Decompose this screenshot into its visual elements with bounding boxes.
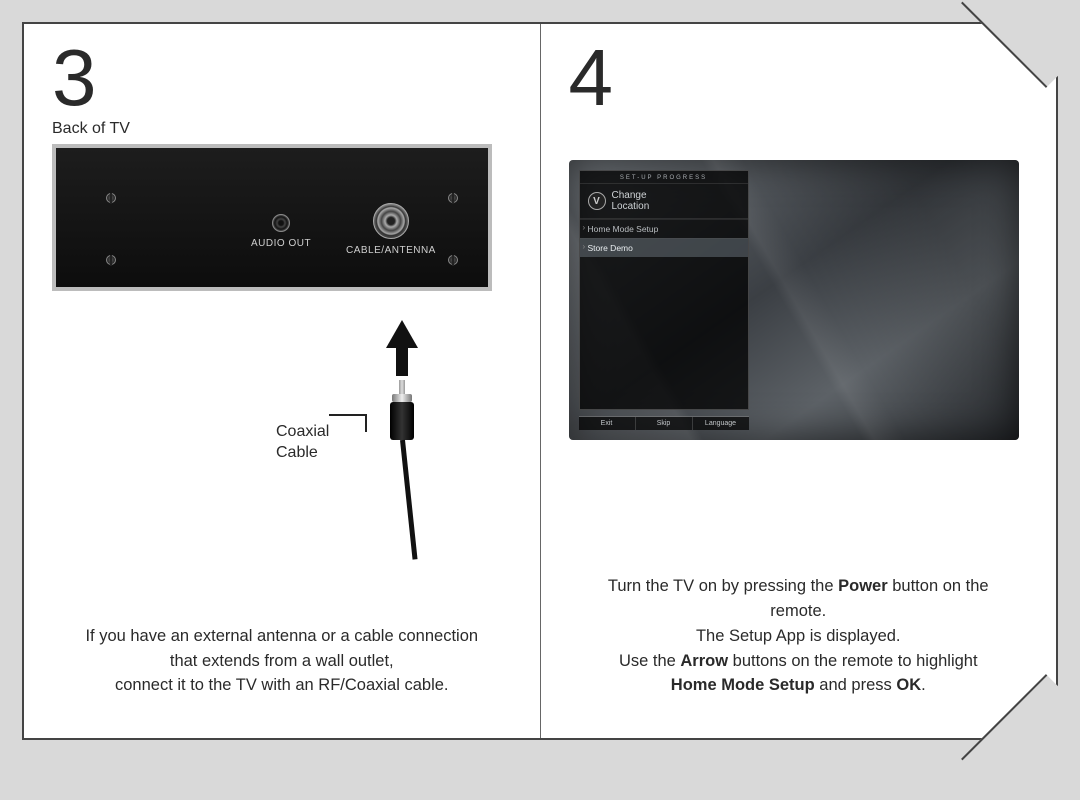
connector-body xyxy=(390,402,414,440)
coax-cable-illustration xyxy=(342,320,462,550)
text: buttons on the remote to highlight xyxy=(728,652,978,670)
instruction-line: that extends from a wall outlet, xyxy=(52,649,512,674)
instruction-line: connect it to the TV with an RF/Coaxial … xyxy=(52,673,512,698)
setup-footer: Exit Skip Language xyxy=(579,416,749,430)
step-3-panel: 3 Back of TV AUDIO OUT CABLE/ANTENNA xyxy=(24,24,541,738)
text: and press xyxy=(815,676,897,694)
coax-label-line2: Cable xyxy=(276,443,329,464)
setup-header: V Change Location xyxy=(580,184,748,219)
screw-icon xyxy=(448,193,458,203)
bold-text: Arrow xyxy=(680,652,728,670)
coax-label-line1: Coaxial xyxy=(276,422,329,443)
screw-icon xyxy=(448,255,458,265)
setup-progress-label: SET-UP PROGRESS xyxy=(580,171,748,184)
setup-title-line1: Change xyxy=(612,190,650,201)
instruction-line: Use the Arrow buttons on the remote to h… xyxy=(569,649,1029,674)
audio-out-port: AUDIO OUT xyxy=(251,214,311,249)
coax-jack-icon xyxy=(373,203,409,239)
setup-title-line2: Location xyxy=(612,201,650,212)
text: Turn the TV on by pressing the xyxy=(608,577,838,595)
bold-text: Home Mode Setup xyxy=(671,676,815,694)
cable-antenna-label: CABLE/ANTENNA xyxy=(346,245,436,256)
step-4-panel: 4 SET-UP PROGRESS V Change Location Home… xyxy=(541,24,1057,738)
instruction-line: Turn the TV on by pressing the Power but… xyxy=(569,574,1029,599)
footer-skip: Skip xyxy=(636,417,693,430)
instruction-line: If you have an external antenna or a cab… xyxy=(52,624,512,649)
instruction-line: The Setup App is displayed. xyxy=(569,624,1029,649)
screw-icon xyxy=(106,255,116,265)
text: button on the xyxy=(888,577,989,595)
instruction-line: Home Mode Setup and press OK. xyxy=(569,673,1029,698)
tv-setup-screenshot: SET-UP PROGRESS V Change Location Home M… xyxy=(569,160,1019,440)
audio-out-label: AUDIO OUT xyxy=(251,238,311,249)
arrow-stem xyxy=(396,346,408,376)
coax-cable-label: Coaxial Cable xyxy=(276,422,329,464)
v-logo-icon: V xyxy=(588,192,606,210)
tv-back-illustration: AUDIO OUT CABLE/ANTENNA xyxy=(52,144,492,291)
menu-item-home-mode: Home Mode Setup xyxy=(580,219,748,238)
leader-line xyxy=(329,414,367,432)
setup-title: Change Location xyxy=(612,190,650,212)
step-4-instructions: Turn the TV on by pressing the Power but… xyxy=(569,574,1029,698)
audio-jack-icon xyxy=(272,214,290,232)
step-4-number: 4 xyxy=(569,42,1029,114)
text: . xyxy=(921,676,926,694)
connector-tip xyxy=(399,380,405,394)
setup-menu-panel: SET-UP PROGRESS V Change Location Home M… xyxy=(579,170,749,410)
cable-line xyxy=(400,440,418,560)
manual-page: 3 Back of TV AUDIO OUT CABLE/ANTENNA xyxy=(22,22,1058,740)
step-3-number: 3 xyxy=(52,42,512,114)
footer-language: Language xyxy=(693,417,749,430)
instruction-line: remote. xyxy=(569,599,1029,624)
screw-icon xyxy=(106,193,116,203)
connector-ring xyxy=(392,394,412,402)
bold-text: OK xyxy=(896,676,921,694)
menu-item-store-demo: Store Demo xyxy=(580,238,748,257)
bold-text: Power xyxy=(838,577,888,595)
back-of-tv-label: Back of TV xyxy=(52,120,512,138)
text: Use the xyxy=(619,652,680,670)
cable-antenna-port: CABLE/ANTENNA xyxy=(346,203,436,256)
step-3-instructions: If you have an external antenna or a cab… xyxy=(52,624,512,698)
arrow-up-icon xyxy=(386,320,418,348)
footer-exit: Exit xyxy=(579,417,636,430)
